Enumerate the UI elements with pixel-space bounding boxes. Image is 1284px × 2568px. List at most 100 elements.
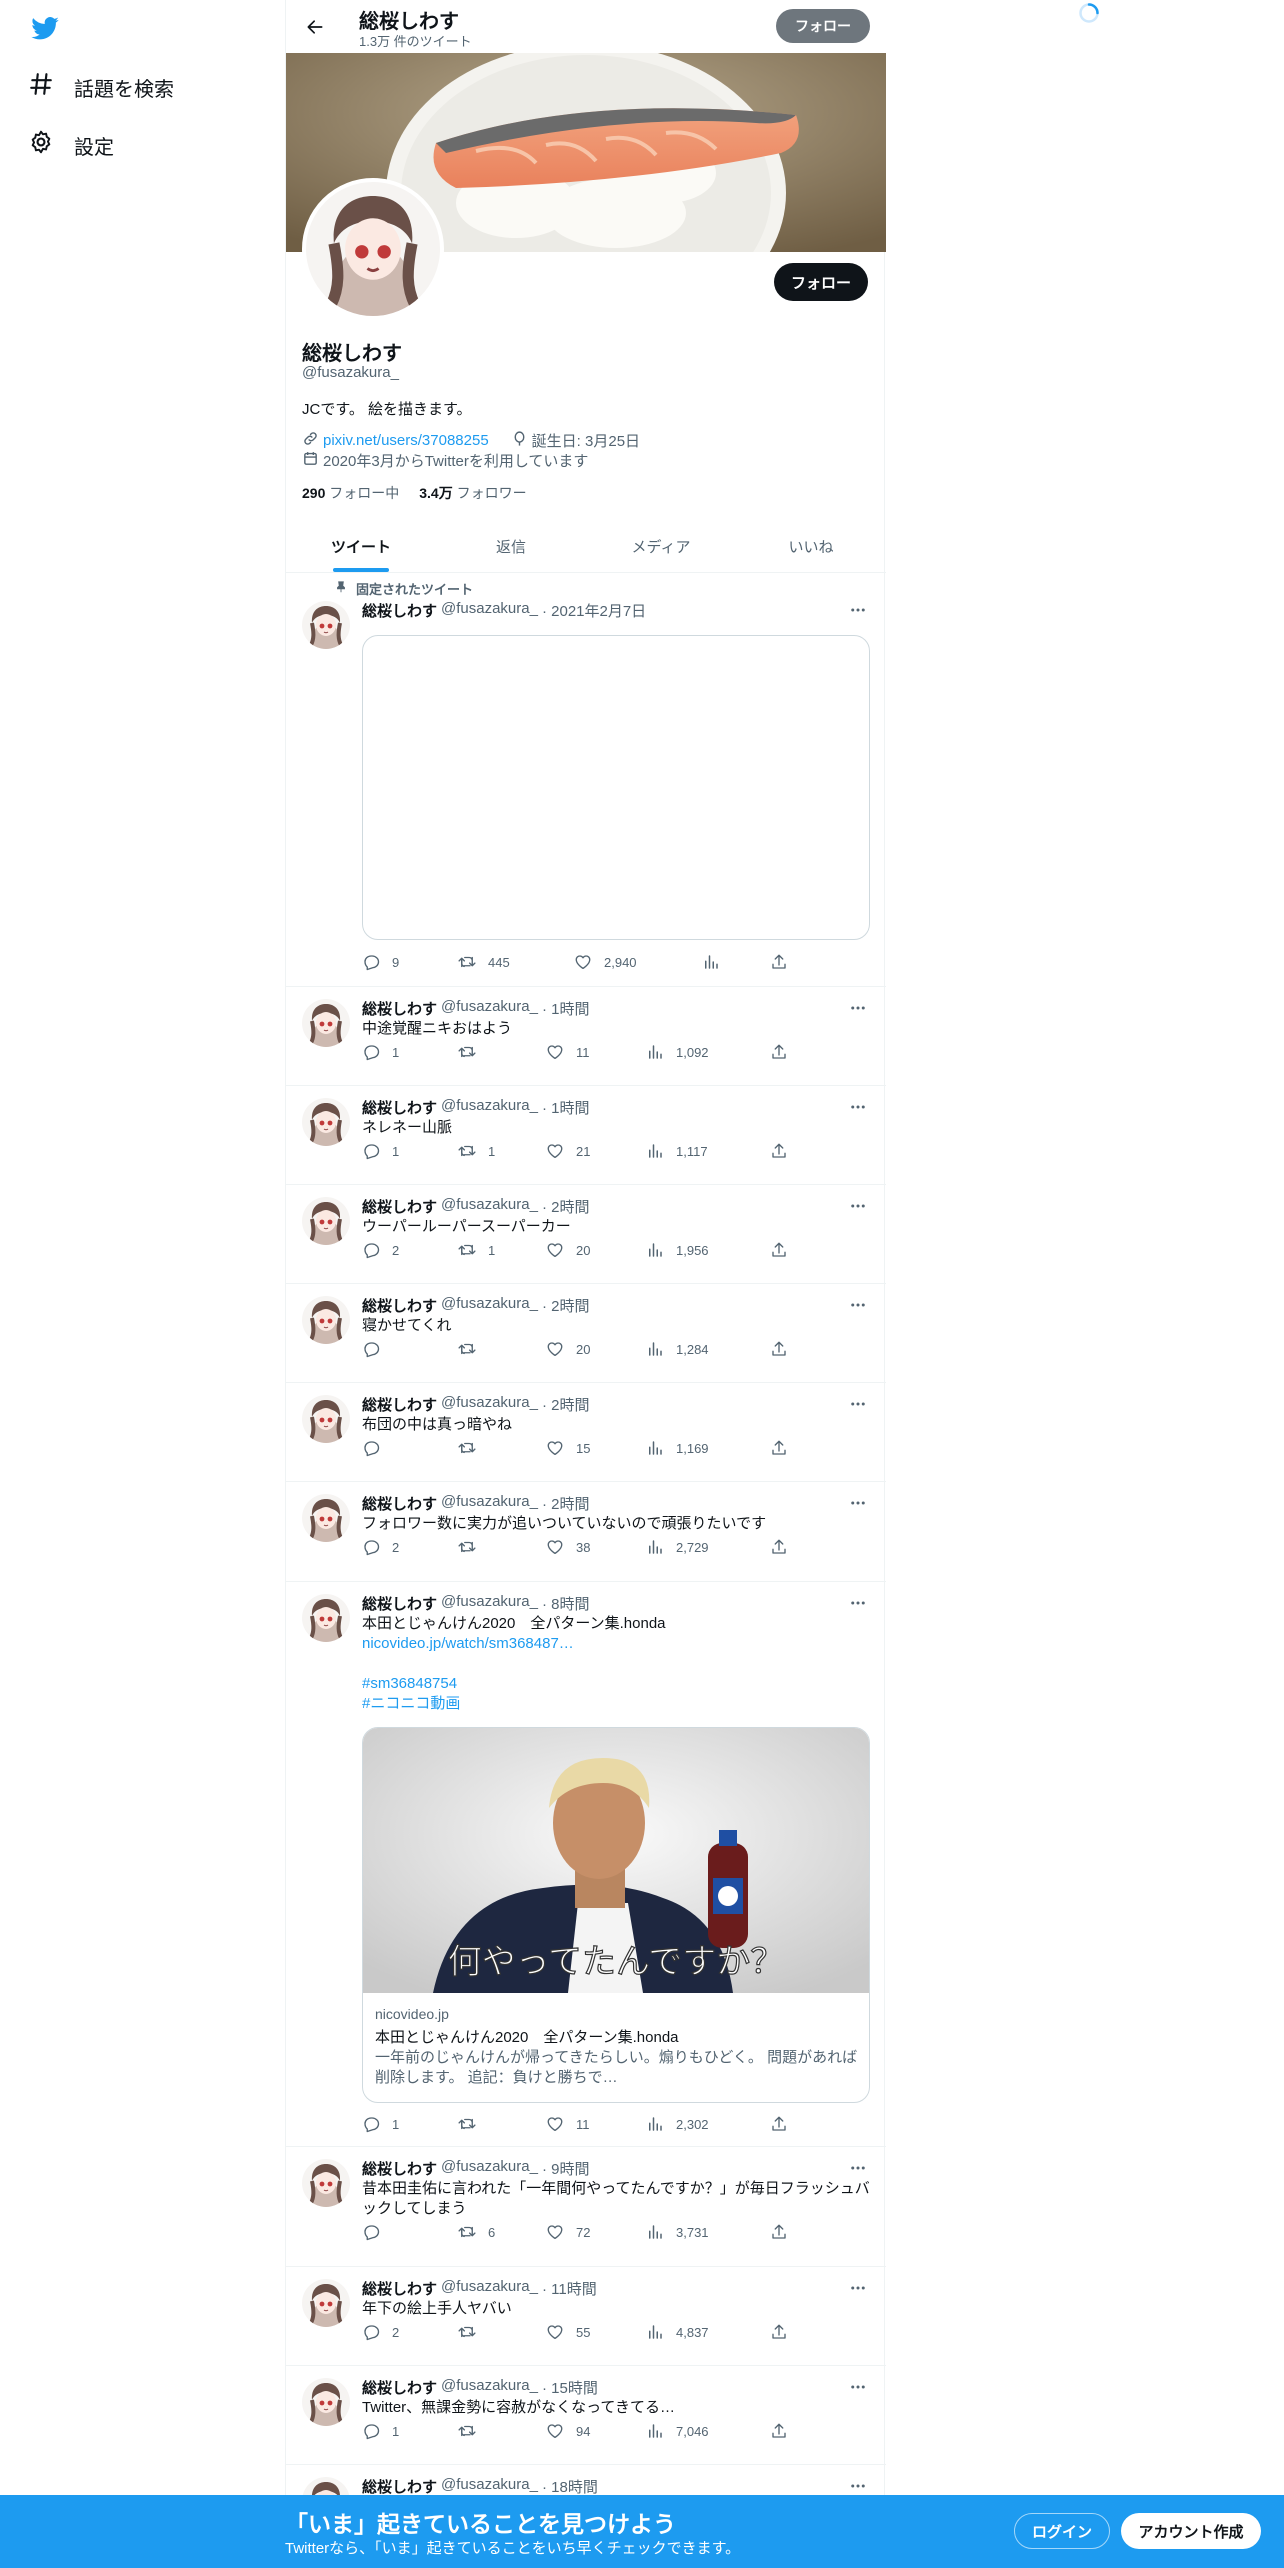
reply-button[interactable]: [362, 1340, 392, 1358]
profile-avatar[interactable]: [302, 178, 444, 320]
views-button[interactable]: 1,284: [646, 1340, 709, 1358]
tweet[interactable]: 総桜しわす @fusazakura_ · 2時間 フォロワー数に実力が追いついていない…: [286, 1482, 886, 1582]
retweet-button[interactable]: [458, 1340, 488, 1358]
tweet[interactable]: 総桜しわす @fusazakura_ · 2時間 ウーパールーパースーパーカー 2 1 20…: [286, 1185, 886, 1284]
nav-explore[interactable]: 話題を検索: [28, 65, 174, 109]
reply-button[interactable]: 1: [362, 1142, 399, 1160]
retweet-button[interactable]: [458, 1538, 488, 1556]
tweet[interactable]: 総桜しわす @fusazakura_ · 2時間 布団の中は真っ暗やね 15 1,169: [286, 1383, 886, 1482]
avatar[interactable]: [302, 1494, 350, 1542]
like-button[interactable]: 20: [546, 1241, 590, 1259]
retweet-button[interactable]: [458, 1439, 488, 1457]
views-button[interactable]: 1,117: [646, 1142, 708, 1160]
reply-button[interactable]: 2: [362, 1241, 399, 1259]
reply-button[interactable]: 1: [362, 2115, 399, 2133]
more-icon[interactable]: [846, 600, 870, 620]
more-icon[interactable]: [846, 2476, 870, 2496]
like-button[interactable]: 38: [546, 1538, 590, 1556]
reply-button[interactable]: 9: [362, 953, 399, 971]
tweet-with-card[interactable]: 総桜しわす @fusazakura_ · 8時間 本田とじゃんけん2020 全パター…: [286, 1582, 886, 2147]
like-button[interactable]: 11: [546, 2115, 590, 2133]
avatar[interactable]: [302, 2279, 350, 2327]
avatar[interactable]: [302, 1197, 350, 1245]
share-button[interactable]: [770, 1142, 788, 1160]
retweet-button[interactable]: 6: [458, 2223, 495, 2241]
share-button[interactable]: [770, 2115, 788, 2133]
avatar[interactable]: [302, 2378, 350, 2426]
reply-button[interactable]: 2: [362, 1538, 399, 1556]
avatar[interactable]: [302, 1098, 350, 1146]
reply-button[interactable]: [362, 2223, 392, 2241]
following-stat[interactable]: 290 フォロー中: [302, 483, 399, 503]
views-button[interactable]: 1,092: [646, 1043, 709, 1061]
avatar[interactable]: [302, 1296, 350, 1344]
retweet-button[interactable]: [458, 2323, 488, 2341]
signup-button[interactable]: アカウント作成: [1121, 2513, 1261, 2549]
share-button[interactable]: [770, 1241, 788, 1259]
back-arrow-icon[interactable]: [300, 12, 330, 42]
tweet-pinned[interactable]: 固定されたツイート 総桜しわす @fusazakura_ · 2021年2月7日 9…: [286, 573, 886, 987]
retweet-button[interactable]: 445: [458, 953, 510, 971]
followers-stat[interactable]: 3.4万 フォロワー: [419, 483, 526, 503]
avatar[interactable]: [302, 1395, 350, 1443]
retweet-button[interactable]: 1: [458, 1241, 495, 1259]
follow-button[interactable]: フォロー: [774, 263, 868, 301]
more-icon[interactable]: [846, 2377, 870, 2397]
like-button[interactable]: 2,940: [574, 953, 637, 971]
like-button[interactable]: 55: [546, 2323, 590, 2341]
nav-settings[interactable]: 設定: [28, 123, 114, 167]
tweet[interactable]: 総桜しわす @fusazakura_ · 9時間 昔本田圭佑に言われた「一年間何やって…: [286, 2147, 886, 2267]
views-button[interactable]: 7,046: [646, 2422, 709, 2440]
reply-button[interactable]: 1: [362, 1043, 399, 1061]
profile-url-link[interactable]: pixiv.net/users/37088255: [323, 432, 489, 449]
share-button[interactable]: [770, 953, 788, 971]
login-button[interactable]: ログイン: [1014, 2513, 1110, 2549]
tweet[interactable]: 総桜しわす @fusazakura_ · 1時間 ネレネー山脈 1 1 21 1,117: [286, 1086, 886, 1185]
hashtag-link[interactable]: #sm36848754: [362, 1674, 872, 1694]
more-icon[interactable]: [846, 1295, 870, 1315]
share-button[interactable]: [770, 2323, 788, 2341]
like-button[interactable]: 11: [546, 1043, 590, 1061]
avatar[interactable]: [302, 1594, 350, 1642]
hashtag-link[interactable]: #ニコニコ動画: [362, 1694, 872, 1714]
share-button[interactable]: [770, 1043, 788, 1061]
retweet-button[interactable]: [458, 2115, 488, 2133]
share-button[interactable]: [770, 1538, 788, 1556]
like-button[interactable]: 21: [546, 1142, 590, 1160]
views-button[interactable]: 2,302: [646, 2115, 709, 2133]
views-button[interactable]: 1,169: [646, 1439, 709, 1457]
views-button[interactable]: 3,731: [646, 2223, 709, 2241]
tab-likes[interactable]: いいね: [736, 520, 886, 572]
more-icon[interactable]: [846, 1394, 870, 1414]
avatar[interactable]: [302, 999, 350, 1047]
like-button[interactable]: 72: [546, 2223, 590, 2241]
tab-tweets[interactable]: ツイート: [286, 520, 436, 572]
more-icon[interactable]: [846, 2278, 870, 2298]
tweet[interactable]: 総桜しわす @fusazakura_ · 1時間 中途覚醒ニキおはよう 1 11 1,092: [286, 987, 886, 1086]
tweet[interactable]: 総桜しわす @fusazakura_ · 2時間 寝かせてくれ 20 1,284: [286, 1284, 886, 1383]
share-button[interactable]: [770, 1340, 788, 1358]
views-button[interactable]: 4,837: [646, 2323, 709, 2341]
more-icon[interactable]: [846, 1097, 870, 1117]
share-button[interactable]: [770, 2223, 788, 2241]
tweet-link[interactable]: nicovideo.jp/watch/sm368487…: [362, 1634, 872, 1654]
more-icon[interactable]: [846, 1196, 870, 1216]
retweet-button[interactable]: [458, 1043, 488, 1061]
more-icon[interactable]: [846, 2158, 870, 2178]
more-icon[interactable]: [846, 1593, 870, 1613]
views-button[interactable]: [702, 953, 720, 971]
views-button[interactable]: 2,729: [646, 1538, 709, 1556]
more-icon[interactable]: [846, 1493, 870, 1513]
embedded-media-placeholder[interactable]: [362, 635, 870, 940]
reply-button[interactable]: 2: [362, 2323, 399, 2341]
tweet[interactable]: 総桜しわす @fusazakura_ · 15時間 Twitter、無課金勢に容赦がな…: [286, 2366, 886, 2465]
twitter-logo-icon[interactable]: [28, 14, 62, 44]
retweet-button[interactable]: 1: [458, 1142, 495, 1160]
tab-replies[interactable]: 返信: [436, 520, 586, 572]
like-button[interactable]: 15: [546, 1439, 590, 1457]
avatar[interactable]: [302, 601, 350, 649]
views-button[interactable]: 1,956: [646, 1241, 709, 1259]
avatar[interactable]: [302, 2159, 350, 2207]
reply-button[interactable]: [362, 1439, 392, 1457]
retweet-button[interactable]: [458, 2422, 488, 2440]
